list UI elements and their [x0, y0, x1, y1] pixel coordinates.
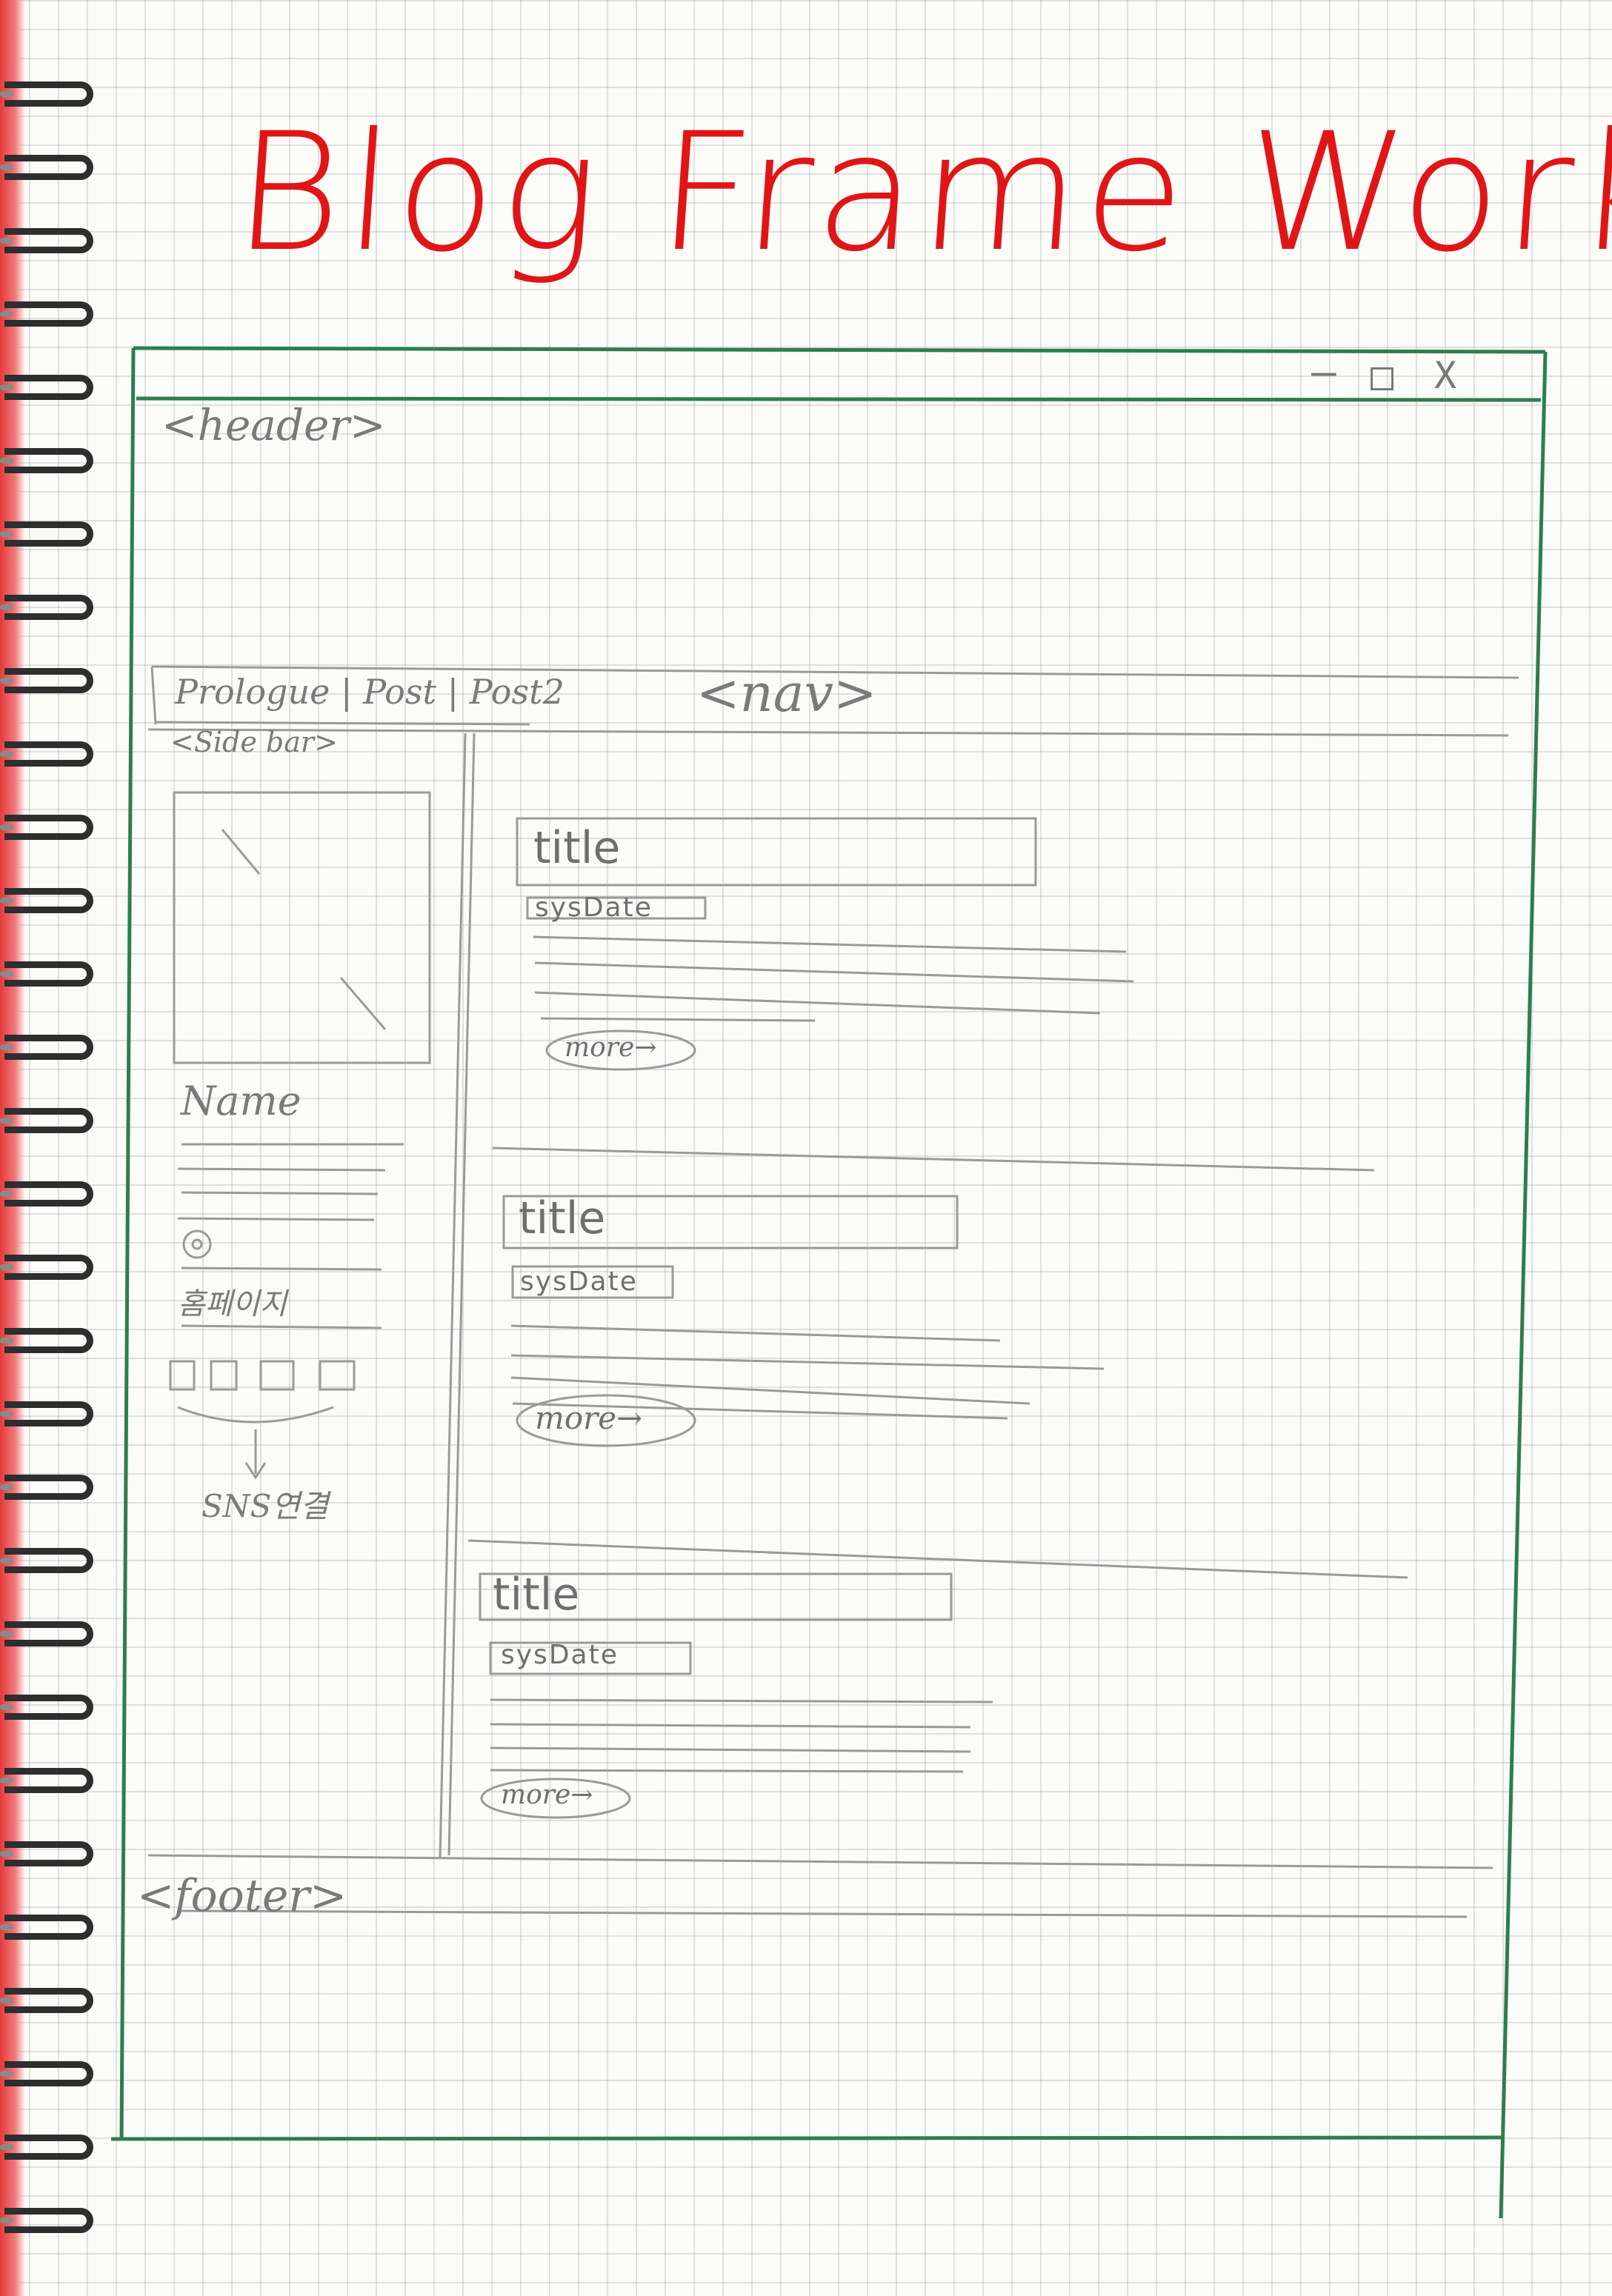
post-3-title: title: [493, 1569, 580, 1621]
maximize-icon[interactable]: □: [1370, 354, 1393, 398]
sidebar-name-label: Name: [181, 1078, 302, 1124]
post-1-title: title: [533, 822, 621, 874]
sns-icon-2: [210, 1360, 238, 1391]
header-label: <header>: [161, 400, 386, 450]
close-icon[interactable]: X: [1434, 354, 1456, 397]
minimize-icon[interactable]: –: [1311, 348, 1336, 396]
post-2-more-label[interactable]: more→: [535, 1400, 642, 1436]
post-separator-2: [467, 1539, 1408, 1579]
nav-label: <nav>: [696, 663, 877, 724]
footer-top-line: [147, 1854, 1493, 1869]
sidebar-label: <Side bar>: [170, 726, 338, 758]
post-1-more-label[interactable]: more→: [564, 1032, 657, 1063]
nav-links[interactable]: Prologue | Post | Post2: [175, 672, 564, 712]
post-3-more-label[interactable]: more→: [501, 1780, 593, 1810]
wireframe-sketch: [110, 346, 1548, 2219]
window-frame: [110, 346, 1548, 2219]
sidebar-sns-label: SNS연결: [202, 1488, 329, 1524]
sidebar-homepage-label[interactable]: 홈페이지: [178, 1280, 287, 1323]
post-separator-1: [492, 1147, 1375, 1172]
footer-label: <footer>: [137, 1870, 347, 1922]
post-2-title: title: [519, 1192, 606, 1244]
sns-bracket: [177, 1406, 334, 1424]
homepage-icon: [182, 1229, 212, 1259]
post-2-date: sysDate: [520, 1267, 638, 1297]
sns-icon-3: [259, 1360, 295, 1391]
sns-icon-1: [169, 1360, 196, 1391]
sns-icon-4: [319, 1360, 356, 1391]
nav-bottom-line: [147, 728, 1509, 737]
profile-image-box: [173, 791, 431, 1064]
post-1-date: sysDate: [535, 892, 653, 923]
post-3-date: sysDate: [501, 1640, 619, 1670]
